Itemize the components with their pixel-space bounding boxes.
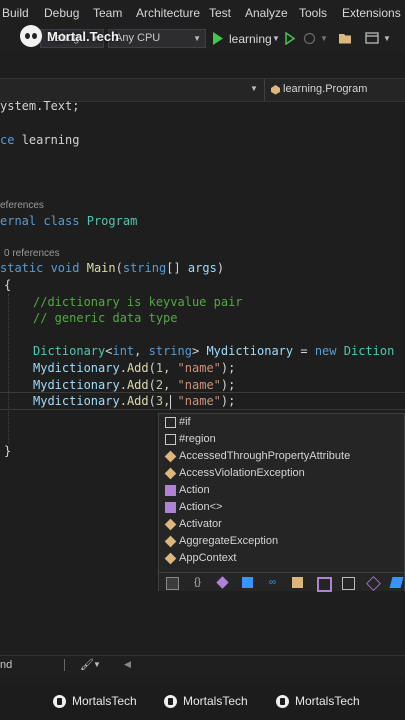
platform-value: Any CPU (115, 32, 161, 44)
menu-debug[interactable]: Debug (44, 6, 79, 20)
document-tab-well (0, 52, 405, 78)
run-target-label[interactable]: learning (229, 32, 272, 46)
chevron-down-icon[interactable]: ▼ (320, 34, 328, 43)
status-divider (64, 659, 65, 671)
class-icon (164, 450, 177, 463)
code-line: ernal class Program (0, 214, 138, 228)
code-line: // generic data type (33, 311, 178, 325)
folder-icon[interactable] (338, 32, 352, 44)
watermark: Mortal.Tech (20, 24, 119, 48)
social-footer: MortalsTech MortalsTech MortalsTech (0, 686, 405, 720)
code-line: //dictionary is keyvalue pair (33, 295, 243, 309)
snippet-filter-icon[interactable] (166, 577, 179, 590)
method-filter-icon[interactable] (216, 576, 229, 589)
extension-filter-icon[interactable] (389, 577, 404, 588)
brush-icon[interactable]: 🖌 (80, 658, 94, 671)
scroll-left-icon[interactable]: ◀ (124, 659, 131, 670)
facebook-icon (53, 694, 66, 708)
menu-build[interactable]: Build (2, 6, 29, 20)
chevron-down-icon[interactable]: ▼ (383, 34, 391, 43)
nav-divider (264, 79, 265, 101)
menu-bar: Build Debug Team Architecture Test Analy… (0, 0, 405, 26)
completion-item[interactable]: AccessViolationException (159, 465, 404, 482)
instagram-handle: MortalsTech (164, 694, 248, 708)
browser-link-icon[interactable] (303, 32, 316, 45)
completion-item[interactable]: AppContext (159, 550, 404, 567)
code-line: Mydictionary.Add(3, "name"); (33, 394, 236, 408)
menu-team[interactable]: Team (93, 6, 122, 20)
completion-filter-bar: {} ∞ (159, 572, 404, 592)
code-line: ce learning (0, 133, 80, 147)
member-scope-dropdown[interactable]: learning.Program (283, 83, 367, 95)
menu-architecture[interactable]: Architecture (136, 6, 200, 20)
code-line: } (4, 444, 12, 458)
enum-filter-icon[interactable] (292, 577, 303, 588)
facebook-handle: MortalsTech (53, 694, 137, 708)
text-caret (170, 395, 171, 409)
struct-filter-icon[interactable] (317, 577, 332, 592)
code-line: static void Main(string[] args) (0, 261, 225, 275)
interface-filter-icon[interactable]: ∞ (267, 577, 278, 588)
class-icon (164, 518, 177, 531)
codelens-references[interactable]: 0 references (4, 248, 60, 259)
intellisense-popup[interactable]: #if #region AccessedThroughPropertyAttri… (158, 413, 405, 592)
twitter-handle: MortalsTech (276, 694, 360, 708)
indent-guide (8, 294, 9, 444)
completion-item[interactable]: #region (159, 431, 404, 448)
start-without-debug-icon[interactable] (285, 32, 295, 45)
codelens-references[interactable]: eferences (0, 200, 44, 211)
menu-extensions[interactable]: Extensions (342, 6, 401, 20)
instagram-icon (164, 694, 177, 708)
delegate-icon (165, 502, 176, 513)
status-bar: nd 🖌 ▼ ◀ (0, 655, 405, 675)
start-debug-icon[interactable] (212, 32, 223, 45)
code-line: ystem.Text; (0, 99, 80, 113)
delegate-icon (165, 485, 176, 496)
solution-explorer-icon[interactable] (365, 32, 379, 45)
completion-item[interactable]: Action (159, 482, 404, 499)
menu-tools[interactable]: Tools (299, 6, 327, 20)
completion-item[interactable]: AccessedThroughPropertyAttribute (159, 448, 404, 465)
menu-test[interactable]: Test (209, 6, 231, 20)
status-text: nd (0, 659, 13, 671)
skull-logo-icon (20, 25, 42, 47)
completion-item[interactable]: Action<> (159, 499, 404, 516)
platform-select[interactable]: Any CPU ▼ (108, 29, 206, 48)
watermark-text: Mortal.Tech (47, 28, 119, 44)
delegate-filter-icon[interactable] (342, 577, 355, 590)
chevron-down-icon: ▼ (193, 34, 201, 43)
completion-item[interactable]: AggregateException (159, 533, 404, 550)
snippet-icon (165, 417, 176, 428)
class-icon (164, 552, 177, 565)
menu-analyze[interactable]: Analyze (245, 6, 288, 20)
completion-item[interactable]: Activator (159, 516, 404, 533)
class-icon (271, 85, 280, 95)
code-line: Mydictionary.Add(1, "name"); (33, 361, 236, 375)
code-line: Dictionary<int, string> Mydictionary = n… (33, 344, 395, 358)
chevron-down-icon[interactable]: ▼ (272, 34, 280, 43)
class-icon (164, 535, 177, 548)
chevron-down-icon[interactable]: ▼ (250, 84, 258, 93)
completion-item[interactable]: #if (159, 414, 404, 431)
twitter-icon (276, 694, 289, 708)
chevron-down-icon[interactable]: ▼ (93, 660, 101, 669)
constant-filter-icon[interactable] (366, 576, 381, 591)
class-icon (164, 467, 177, 480)
snippet-icon (165, 434, 176, 445)
namespace-filter-icon[interactable]: {} (192, 577, 203, 588)
code-line: { (4, 278, 12, 292)
class-filter-icon[interactable] (242, 577, 253, 588)
